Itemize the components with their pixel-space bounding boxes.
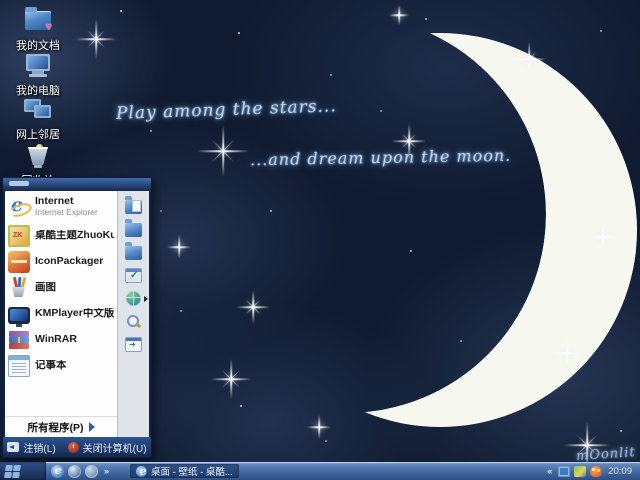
submenu-arrow-icon xyxy=(144,296,148,302)
my-documents-icon: ♥ xyxy=(23,5,53,35)
windows-flag-icon xyxy=(4,465,21,478)
desktop-icon-network-places[interactable]: 网上邻居 xyxy=(4,94,72,142)
task-button-desktop-wallpaper[interactable]: 桌面 - 壁纸 - 桌酷... xyxy=(130,464,239,478)
star-sparkle xyxy=(230,378,232,380)
turn-off-label: 关闭计算机(U) xyxy=(83,440,147,455)
start-menu-places-list xyxy=(118,191,149,437)
star-sparkle xyxy=(222,150,224,152)
taskbar-clock: 20:09 xyxy=(606,466,635,477)
start-button[interactable] xyxy=(0,462,46,480)
quick-launch-show-desktop-icon[interactable] xyxy=(85,465,98,478)
menu-item-iconpackager[interactable]: IconPackager xyxy=(5,249,117,275)
my-pictures-icon xyxy=(125,222,142,237)
star-sparkle xyxy=(566,352,568,354)
paint-icon xyxy=(8,277,30,299)
menu-item-winrar[interactable]: WinRAR xyxy=(5,327,117,353)
menu-item-zhuoku[interactable]: 桌酷主题ZhuoKu.Com xyxy=(5,223,117,249)
menu-item-my-music[interactable] xyxy=(118,241,149,264)
all-programs-label: 所有程序(P) xyxy=(28,420,84,435)
search-icon xyxy=(125,314,142,329)
taskbar: » 桌面 - 壁纸 - 桌酷... « 20:09 xyxy=(0,462,640,480)
control-panel-icon xyxy=(125,268,142,283)
tray-network-icon[interactable] xyxy=(558,466,570,477)
menu-item-label: Internet xyxy=(35,196,74,207)
menu-item-my-pictures[interactable] xyxy=(118,218,149,241)
all-programs-button[interactable]: 所有程序(P) xyxy=(5,416,117,437)
quick-launch-media-player-icon[interactable] xyxy=(68,465,81,478)
system-tray: « 20:09 xyxy=(545,462,640,480)
star-sparkle xyxy=(178,246,180,248)
menu-item-label: 记事本 xyxy=(35,360,67,371)
star-sparkle xyxy=(95,38,97,40)
quick-launch-internet-explorer-icon[interactable] xyxy=(51,465,64,478)
menu-item-label: IconPackager xyxy=(35,256,103,267)
start-menu-footer: 注销(L) 关闭计算机(U) xyxy=(3,437,151,457)
menu-item-sublabel: Internet Explorer xyxy=(35,207,98,217)
log-off-label: 注销(L) xyxy=(23,440,55,455)
star-sparkle xyxy=(398,14,400,16)
tray-messenger-icon[interactable] xyxy=(590,466,602,477)
log-off-icon xyxy=(7,442,19,452)
quick-launch-bar: » xyxy=(46,462,116,480)
internet-explorer-icon xyxy=(136,466,147,477)
start-menu-username xyxy=(9,181,29,186)
quick-launch-overflow-chevron[interactable]: » xyxy=(102,466,111,476)
network-places-icon xyxy=(23,94,53,124)
turn-off-computer-button[interactable]: 关闭计算机(U) xyxy=(68,440,147,455)
recycle-bin-icon xyxy=(23,140,53,170)
menu-item-notepad[interactable]: 记事本 xyxy=(5,353,117,379)
desktop-icon-my-documents[interactable]: ♥ 我的文档 xyxy=(4,5,72,53)
run-icon xyxy=(125,337,142,352)
all-programs-arrow-icon xyxy=(89,422,95,432)
tray-collapse-chevron[interactable]: « xyxy=(545,466,554,476)
start-menu-pinned-list: Internet Internet Explorer 桌酷主题ZhuoKu.Co… xyxy=(5,191,118,437)
menu-item-kmplayer[interactable]: KMPlayer中文版 xyxy=(5,301,117,327)
iconpackager-icon xyxy=(8,251,30,273)
wallpaper-text-line1: Play among the stars... xyxy=(116,96,337,124)
start-menu-header xyxy=(3,178,151,191)
power-icon xyxy=(68,442,79,453)
menu-item-control-panel[interactable] xyxy=(118,264,149,287)
menu-item-label: 画图 xyxy=(35,282,56,293)
star-sparkle xyxy=(602,236,604,238)
menu-item-internet[interactable]: Internet Internet Explorer xyxy=(5,191,117,223)
star-sparkle xyxy=(252,306,254,308)
log-off-button[interactable]: 注销(L) xyxy=(7,440,55,455)
zhuoku-theme-icon xyxy=(8,225,30,247)
menu-item-search[interactable] xyxy=(118,310,149,333)
task-button-label: 桌面 - 壁纸 - 桌酷... xyxy=(151,464,233,478)
background-stars xyxy=(120,10,122,12)
menu-item-my-documents[interactable] xyxy=(118,195,149,218)
star-sparkle xyxy=(408,140,410,142)
connect-to-icon xyxy=(126,291,141,306)
menu-item-label: WinRAR xyxy=(35,334,77,345)
winrar-icon xyxy=(8,329,30,351)
my-computer-icon xyxy=(23,50,53,80)
wallpaper-text-line2: ...and dream upon the moon. xyxy=(250,146,512,170)
my-documents-icon xyxy=(125,199,142,214)
menu-item-connect-to[interactable] xyxy=(118,287,149,310)
notepad-icon xyxy=(8,355,30,377)
star-sparkle xyxy=(586,444,588,446)
star-sparkle xyxy=(318,426,320,428)
start-menu: Internet Internet Explorer 桌酷主题ZhuoKu.Co… xyxy=(2,177,152,458)
menu-item-run[interactable] xyxy=(118,333,149,356)
menu-item-paint[interactable]: 画图 xyxy=(5,275,117,301)
desktop-icon-my-computer[interactable]: 我的电脑 xyxy=(4,50,72,98)
kmplayer-icon xyxy=(8,307,30,324)
internet-explorer-icon xyxy=(8,196,30,218)
star-sparkle xyxy=(528,58,530,60)
my-music-icon xyxy=(125,245,142,260)
menu-item-label: KMPlayer中文版 xyxy=(35,308,114,319)
menu-item-label: 桌酷主题ZhuoKu.Com xyxy=(35,230,114,241)
tray-input-method-icon[interactable] xyxy=(574,466,586,477)
